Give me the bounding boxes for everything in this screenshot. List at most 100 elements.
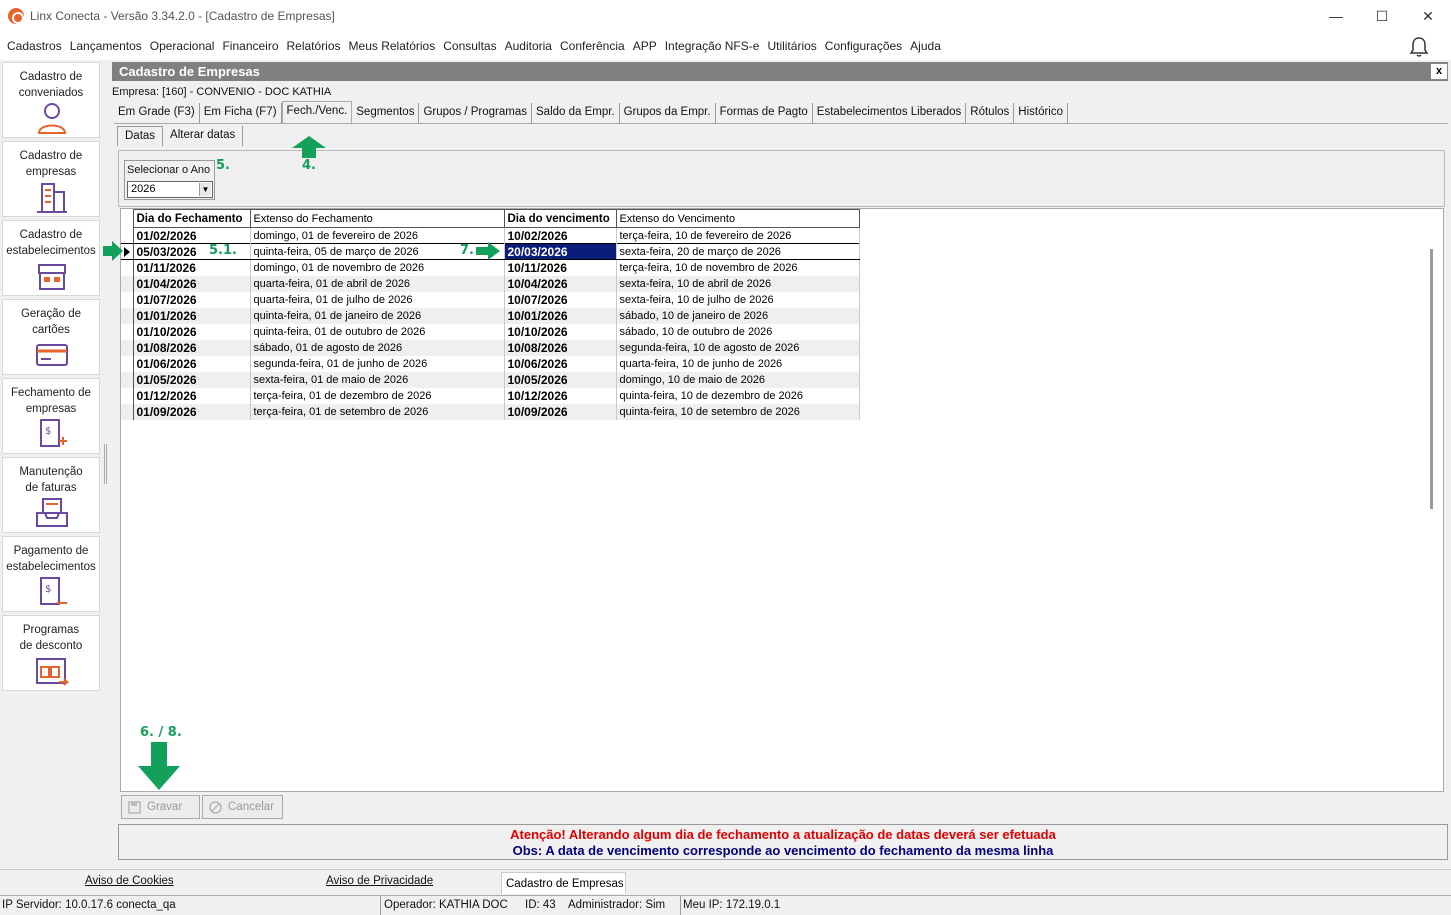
cell-extenso-vencimento[interactable]: terça-feira, 10 de novembro de 2026 [616, 259, 860, 276]
vertical-scrollbar[interactable] [1430, 249, 1433, 509]
menu-financeiro[interactable]: Financeiro [218, 39, 282, 53]
tab-estabelecimentos-liberados[interactable]: Estabelecimentos Liberados [813, 103, 967, 123]
cell-dia-vencimento[interactable]: 10/09/2026 [504, 403, 617, 420]
sidebar-item-empresas[interactable]: Cadastro de empresas [2, 141, 100, 217]
cell-extenso-vencimento[interactable]: sexta-feira, 20 de março de 2026 [616, 243, 860, 260]
form-close-button[interactable]: x [1430, 63, 1448, 80]
cell-dia-fechamento[interactable]: 01/11/2026 [133, 259, 251, 276]
sidebar-splitter[interactable] [104, 444, 107, 484]
cell-extenso-vencimento[interactable]: sábado, 10 de janeiro de 2026 [616, 307, 860, 324]
cell-dia-fechamento[interactable]: 01/01/2026 [133, 307, 251, 324]
cell-dia-vencimento[interactable]: 10/04/2026 [504, 275, 617, 292]
cell-extenso-fechamento[interactable]: quarta-feira, 01 de julho de 2026 [250, 291, 505, 308]
menu-configuracoes[interactable]: Configurações [821, 39, 906, 53]
row-indicator[interactable] [121, 275, 134, 292]
menu-operacional[interactable]: Operacional [146, 39, 219, 53]
menu-auditoria[interactable]: Auditoria [501, 39, 556, 53]
table-row[interactable]: 01/11/2026 domingo, 01 de novembro de 202… [121, 259, 860, 276]
cookies-link[interactable]: Aviso de Cookies [85, 875, 174, 887]
table-row[interactable]: 01/07/2026 quarta-feira, 01 de julho de 2… [121, 291, 860, 308]
row-indicator[interactable] [121, 387, 134, 404]
row-indicator[interactable] [121, 291, 134, 308]
cell-extenso-fechamento[interactable]: sábado, 01 de agosto de 2026 [250, 339, 505, 356]
row-indicator[interactable] [121, 339, 134, 356]
cell-dia-vencimento[interactable]: 20/03/2026 [504, 243, 617, 260]
cell-extenso-fechamento[interactable]: domingo, 01 de novembro de 2026 [250, 259, 505, 276]
col-extenso-vencimento[interactable]: Extenso do Vencimento [615, 209, 860, 228]
cell-dia-fechamento[interactable]: 01/09/2026 [133, 403, 251, 420]
cell-extenso-fechamento[interactable]: domingo, 01 de fevereiro de 2026 [250, 227, 505, 244]
menu-integracao-nfse[interactable]: Integração NFS-e [661, 39, 764, 53]
cell-extenso-fechamento[interactable]: quinta-feira, 01 de outubro de 2026 [250, 323, 505, 340]
menu-utilitarios[interactable]: Utilitários [763, 39, 820, 53]
tab-segmentos[interactable]: Segmentos [352, 103, 420, 123]
cell-extenso-fechamento[interactable]: quarta-feira, 01 de abril de 2026 [250, 275, 505, 292]
cell-dia-fechamento[interactable]: 01/04/2026 [133, 275, 251, 292]
sidebar-item-faturas[interactable]: Manutenção de faturas [2, 457, 100, 533]
cell-dia-fechamento[interactable]: 01/05/2026 [133, 371, 251, 388]
menu-lancamentos[interactable]: Lançamentos [66, 39, 146, 53]
cell-extenso-fechamento[interactable]: terça-feira, 01 de dezembro de 2026 [250, 387, 505, 404]
cell-dia-fechamento[interactable]: 01/12/2026 [133, 387, 251, 404]
sidebar-item-cartoes[interactable]: Geração de cartões [2, 299, 100, 375]
table-row[interactable]: 01/08/2026 sábado, 01 de agosto de 2026 10… [121, 339, 860, 356]
cell-extenso-vencimento[interactable]: segunda-feira, 10 de agosto de 2026 [616, 339, 860, 356]
menu-ajuda[interactable]: Ajuda [906, 39, 945, 53]
cell-dia-vencimento[interactable]: 10/08/2026 [504, 339, 617, 356]
row-indicator[interactable] [121, 403, 134, 420]
cell-extenso-vencimento[interactable]: sábado, 10 de outubro de 2026 [616, 323, 860, 340]
chevron-down-icon[interactable]: ▼ [199, 183, 211, 196]
table-row[interactable]: 01/05/2026 sexta-feira, 01 de maio de 202… [121, 371, 860, 388]
table-row[interactable]: 01/06/2026 segunda-feira, 01 de junho de … [121, 355, 860, 372]
menu-relatorios[interactable]: Relatórios [283, 39, 345, 53]
year-select[interactable]: 2026 ▼ [127, 181, 213, 198]
cell-extenso-vencimento[interactable]: quarta-feira, 10 de junho de 2026 [616, 355, 860, 372]
sidebar-item-programas[interactable]: Programas de desconto [2, 615, 100, 691]
privacy-link[interactable]: Aviso de Privacidade [326, 875, 433, 887]
table-row[interactable]: 01/04/2026 quarta-feira, 01 de abril de 2… [121, 275, 860, 292]
cell-dia-fechamento[interactable]: 01/02/2026 [133, 227, 251, 244]
maximize-button[interactable]: ☐ [1359, 0, 1405, 32]
cell-dia-vencimento[interactable]: 10/05/2026 [504, 371, 617, 388]
minimize-button[interactable]: — [1313, 0, 1359, 32]
cell-extenso-fechamento[interactable]: sexta-feira, 01 de maio de 2026 [250, 371, 505, 388]
cell-extenso-vencimento[interactable]: sexta-feira, 10 de julho de 2026 [616, 291, 860, 308]
cell-extenso-vencimento[interactable]: terça-feira, 10 de fevereiro de 2026 [616, 227, 860, 244]
col-extenso-fechamento[interactable]: Extenso do Fechamento [249, 209, 505, 228]
row-indicator[interactable] [121, 307, 134, 324]
tab-em-ficha[interactable]: Em Ficha (F7) [200, 103, 282, 123]
cell-dia-vencimento[interactable]: 10/06/2026 [504, 355, 617, 372]
cell-dia-fechamento[interactable]: 01/10/2026 [133, 323, 251, 340]
col-dia-fechamento[interactable]: Dia do Fechamento [132, 209, 251, 228]
table-row[interactable]: 01/09/2026 terça-feira, 01 de setembro de… [121, 403, 860, 420]
subtab-datas[interactable]: Datas [117, 126, 164, 146]
sidebar-item-fechamento[interactable]: Fechamento de empresas $ [2, 378, 100, 454]
cell-dia-vencimento[interactable]: 10/10/2026 [504, 323, 617, 340]
menu-conferencia[interactable]: Conferência [556, 39, 629, 53]
cell-dia-vencimento[interactable]: 10/01/2026 [504, 307, 617, 324]
cell-extenso-fechamento[interactable]: quinta-feira, 01 de janeiro de 2026 [250, 307, 505, 324]
table-row[interactable]: 01/12/2026 terça-feira, 01 de dezembro de… [121, 387, 860, 404]
cancel-button[interactable]: Cancelar [202, 795, 283, 819]
cell-dia-vencimento[interactable]: 10/07/2026 [504, 291, 617, 308]
tab-rotulos[interactable]: Rótulos [966, 103, 1015, 123]
menu-app[interactable]: APP [629, 39, 661, 53]
cell-extenso-vencimento[interactable]: domingo, 10 de maio de 2026 [616, 371, 860, 388]
cell-extenso-fechamento[interactable]: segunda-feira, 01 de junho de 2026 [250, 355, 505, 372]
row-indicator[interactable] [121, 323, 134, 340]
bell-icon[interactable] [1409, 36, 1429, 58]
cell-extenso-vencimento[interactable]: sexta-feira, 10 de abril de 2026 [616, 275, 860, 292]
table-row[interactable]: 01/01/2026 quinta-feira, 01 de janeiro de… [121, 307, 860, 324]
dates-grid[interactable]: Dia do Fechamento Extenso do Fechamento … [120, 208, 1444, 792]
menu-consultas[interactable]: Consultas [439, 39, 500, 53]
sidebar-item-conveniados[interactable]: Cadastro de conveniados [2, 62, 100, 138]
cell-dia-vencimento[interactable]: 10/12/2026 [504, 387, 617, 404]
cell-extenso-vencimento[interactable]: quinta-feira, 10 de setembro de 2026 [616, 403, 860, 420]
row-indicator[interactable] [121, 371, 134, 388]
menu-cadastros[interactable]: Cadastros [3, 39, 66, 53]
cell-extenso-vencimento[interactable]: quinta-feira, 10 de dezembro de 2026 [616, 387, 860, 404]
tab-formas-pagto[interactable]: Formas de Pagto [716, 103, 813, 123]
table-row[interactable]: 01/10/2026 quinta-feira, 01 de outubro de… [121, 323, 860, 340]
sidebar-item-estabelecimentos[interactable]: Cadastro de estabelecimentos [2, 220, 100, 296]
row-indicator[interactable] [121, 355, 134, 372]
